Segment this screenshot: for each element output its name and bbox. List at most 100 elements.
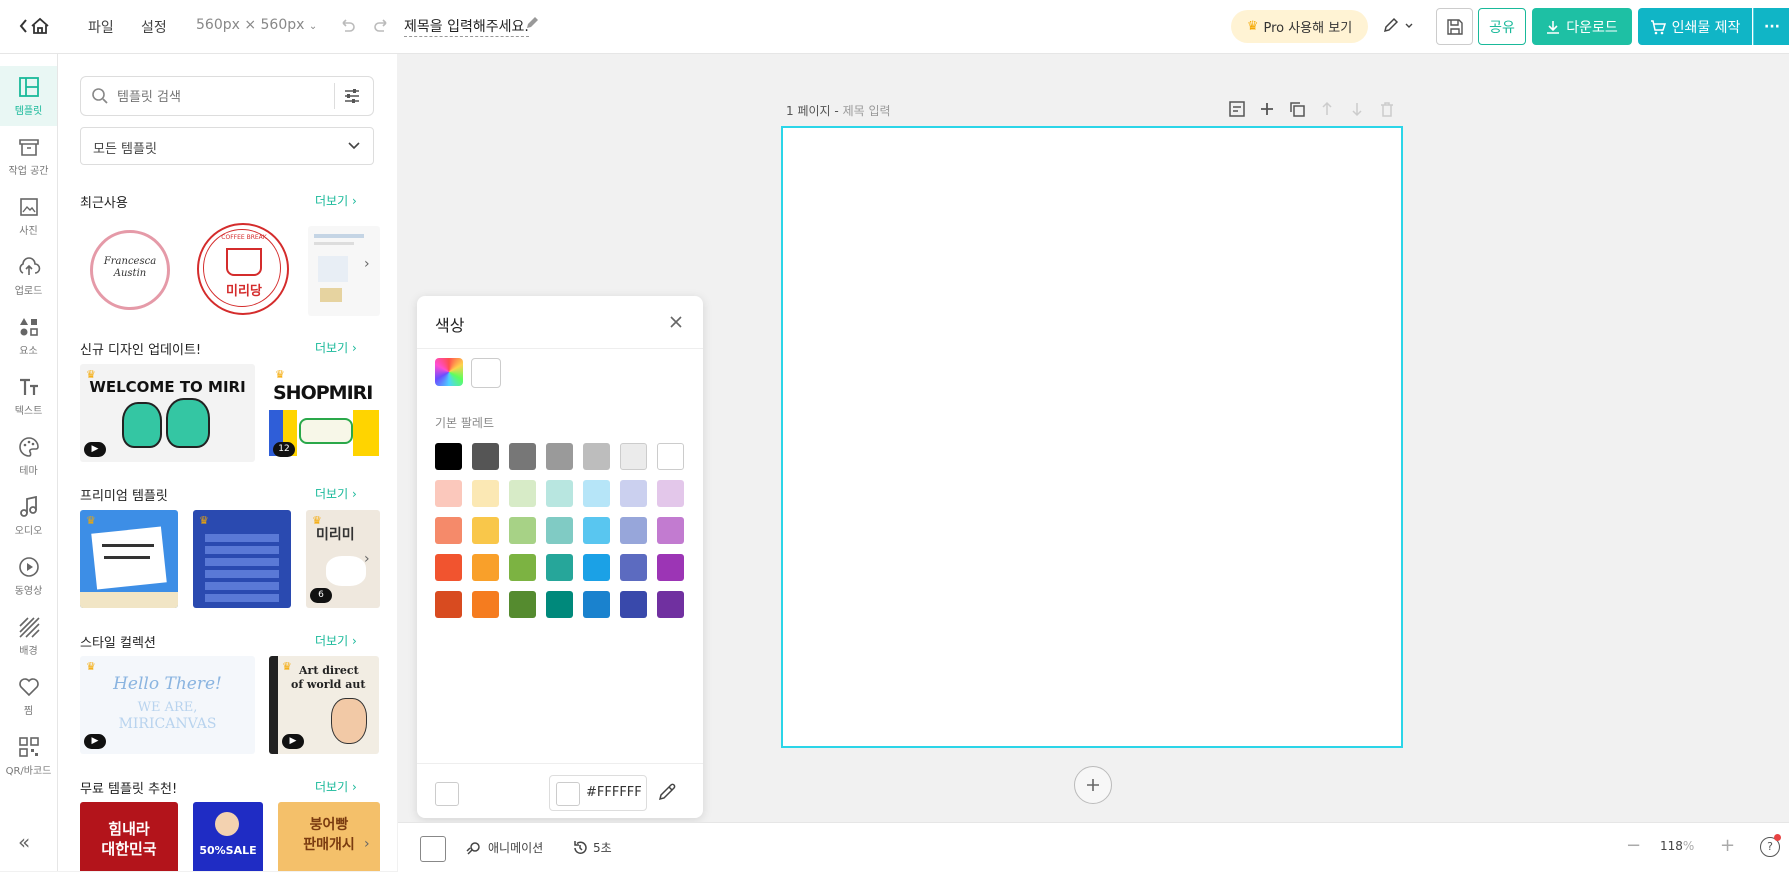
palette-swatch[interactable] <box>472 480 499 507</box>
template-thumb-free-1[interactable]: 힘내라 대한민국 <box>80 802 178 871</box>
palette-swatch[interactable] <box>657 443 684 470</box>
move-up-icon[interactable] <box>1318 100 1336 118</box>
palette-swatch[interactable] <box>620 554 647 581</box>
animation-button[interactable]: 애니메이션 <box>466 839 543 856</box>
palette-swatch[interactable] <box>435 591 462 618</box>
palette-swatch[interactable] <box>657 480 684 507</box>
palette-swatch[interactable] <box>472 591 499 618</box>
palette-swatch[interactable] <box>509 554 536 581</box>
save-button[interactable] <box>1436 8 1473 45</box>
back-home-button[interactable] <box>18 15 52 37</box>
eyedropper-icon[interactable] <box>657 782 677 802</box>
palette-swatch[interactable] <box>657 591 684 618</box>
document-title[interactable]: 제목을 입력해주세요. <box>404 16 529 37</box>
help-button[interactable]: ? <box>1760 834 1781 857</box>
palette-swatch[interactable] <box>472 554 499 581</box>
sidebar-item-upload[interactable]: 업로드 <box>0 246 57 306</box>
delete-page-icon[interactable] <box>1378 100 1396 118</box>
template-thumb-recent-1[interactable]: Francesca Austin <box>80 220 180 320</box>
undo-button[interactable] <box>338 16 356 38</box>
menu-file[interactable]: 파일 <box>88 17 114 37</box>
palette-swatch[interactable] <box>620 480 647 507</box>
duplicate-page-icon[interactable] <box>1288 100 1306 118</box>
more-link-style[interactable]: 더보기 › <box>315 632 357 649</box>
template-search-input[interactable] <box>115 86 339 108</box>
page-title-input[interactable]: 제목 입력 <box>843 104 891 118</box>
template-thumb-style-2[interactable]: ♛ Art direct of world aut ▶ <box>269 656 379 754</box>
history-button[interactable]: 5초 <box>572 839 612 856</box>
more-link-new[interactable]: 더보기 › <box>315 339 357 356</box>
palette-swatch[interactable] <box>620 591 647 618</box>
more-options-button[interactable]: ··· <box>1753 8 1789 45</box>
palette-swatch[interactable] <box>546 517 573 544</box>
palette-swatch[interactable] <box>583 443 610 470</box>
more-link-free[interactable]: 더보기 › <box>315 778 357 795</box>
sidebar-item-elements[interactable]: 요소 <box>0 306 57 366</box>
palette-swatch[interactable] <box>583 591 610 618</box>
recent-color-swatch[interactable] <box>471 358 501 388</box>
pro-trial-button[interactable]: ♛ Pro 사용해 보기 <box>1231 10 1368 43</box>
background-color-swatch[interactable] <box>420 836 446 862</box>
chevron-right-icon[interactable]: › <box>364 836 370 852</box>
palette-swatch[interactable] <box>546 443 573 470</box>
palette-swatch[interactable] <box>509 591 536 618</box>
more-link-recent[interactable]: 더보기 › <box>315 192 357 209</box>
palette-swatch[interactable] <box>509 480 536 507</box>
sidebar-item-text[interactable]: 텍스트 <box>0 366 57 426</box>
palette-swatch[interactable] <box>435 443 462 470</box>
template-thumb-premium-2[interactable]: ♛ <box>193 510 291 608</box>
sidebar-item-video[interactable]: 동영상 <box>0 546 57 606</box>
custom-color-picker-icon[interactable] <box>435 358 463 386</box>
edit-title-icon[interactable] <box>524 15 540 35</box>
palette-swatch[interactable] <box>472 443 499 470</box>
palette-swatch[interactable] <box>583 517 610 544</box>
transparent-toggle[interactable] <box>435 782 459 806</box>
redo-button[interactable] <box>373 16 391 38</box>
page-note-icon[interactable] <box>1228 100 1246 118</box>
canvas-size-dropdown[interactable]: 560px × 560px ⌄ <box>196 17 317 33</box>
sidebar-item-qr[interactable]: QR/바코드 <box>0 726 57 786</box>
sidebar-item-templates[interactable]: 템플릿 <box>0 66 57 126</box>
add-page-button[interactable] <box>1074 766 1112 804</box>
collapse-sidebar-button[interactable]: « <box>18 830 30 854</box>
menu-settings[interactable]: 설정 <box>141 17 167 37</box>
zoom-in-button[interactable]: + <box>1720 835 1735 856</box>
more-link-premium[interactable]: 더보기 › <box>315 485 357 502</box>
chevron-right-icon[interactable]: › <box>364 551 370 567</box>
palette-swatch[interactable] <box>657 517 684 544</box>
palette-swatch[interactable] <box>546 480 573 507</box>
palette-swatch[interactable] <box>546 591 573 618</box>
palette-swatch[interactable] <box>657 554 684 581</box>
palette-swatch[interactable] <box>435 480 462 507</box>
template-thumb-style-1[interactable]: ♛ Hello There! WE ARE, MIRICANVAS ▶ <box>80 656 255 754</box>
palette-swatch[interactable] <box>620 443 647 470</box>
template-thumb-recent-2[interactable]: COFFEE BREAK 미리당 <box>194 220 294 320</box>
sidebar-item-favorites[interactable]: 찜 <box>0 666 57 726</box>
close-icon[interactable] <box>669 315 683 329</box>
sidebar-item-photos[interactable]: 사진 <box>0 186 57 246</box>
template-thumb-premium-1[interactable]: ♛ <box>80 510 178 608</box>
palette-swatch[interactable] <box>583 554 610 581</box>
palette-swatch[interactable] <box>546 554 573 581</box>
template-thumb-new-1[interactable]: ♛ WELCOME TO MIRI ▶ <box>80 364 255 462</box>
sidebar-item-background[interactable]: 배경 <box>0 606 57 666</box>
hex-input-field[interactable]: #FFFFFF <box>549 775 647 811</box>
download-button[interactable]: 다운로드 <box>1532 8 1632 45</box>
pen-tool-dropdown[interactable] <box>1382 16 1418 40</box>
zoom-level[interactable]: 118% <box>1660 839 1694 853</box>
template-thumb-new-2[interactable]: ♛ SHOPMIRI 12 <box>269 364 379 462</box>
move-down-icon[interactable] <box>1348 100 1366 118</box>
palette-swatch[interactable] <box>435 554 462 581</box>
sidebar-item-audio[interactable]: 오디오 <box>0 486 57 546</box>
palette-swatch[interactable] <box>472 517 499 544</box>
template-filter-select[interactable]: 모든 템플릿 <box>80 127 374 165</box>
sidebar-item-theme[interactable]: 테마 <box>0 426 57 486</box>
share-button[interactable]: 공유 <box>1478 8 1526 45</box>
palette-swatch[interactable] <box>509 443 536 470</box>
palette-swatch[interactable] <box>435 517 462 544</box>
add-page-icon[interactable] <box>1258 100 1276 118</box>
design-canvas[interactable] <box>781 126 1403 748</box>
filter-settings-icon[interactable] <box>343 87 361 105</box>
chevron-right-icon[interactable]: › <box>364 256 370 272</box>
sidebar-item-workspace[interactable]: 작업 공간 <box>0 126 57 186</box>
